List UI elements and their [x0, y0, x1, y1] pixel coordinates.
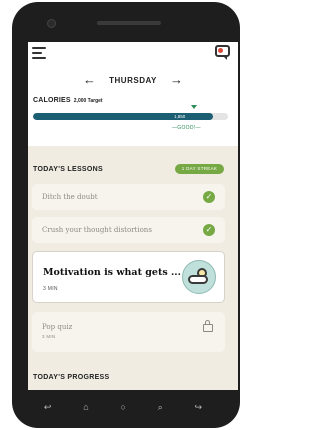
calories-status: —GOOD!— — [172, 125, 201, 131]
quiz-card[interactable]: Pop quiz 3 MIN — [32, 312, 225, 352]
earpiece-speaker — [97, 21, 161, 25]
lessons-title: TODAY'S LESSONS — [33, 166, 103, 173]
next-day-button[interactable]: → — [170, 73, 183, 87]
quiz-title: Pop quiz — [42, 323, 73, 331]
cloud-shape — [188, 275, 208, 284]
featured-lesson-title: Motivation is what gets ... — [43, 267, 181, 278]
app-screen: ← THURSDAY → CALORIES 2,000 Target 1,850 … — [28, 42, 238, 390]
back-icon[interactable]: ↩ — [44, 402, 52, 412]
day-label: THURSDAY — [109, 75, 157, 85]
progress-title: TODAY'S PROGRESS — [33, 374, 110, 381]
notification-dot — [218, 48, 223, 53]
sun-cloud-icon — [182, 260, 216, 294]
lesson-title: Crush your thought distortions — [42, 226, 152, 234]
phone-top-bezel — [12, 2, 240, 42]
front-camera — [47, 19, 56, 28]
menu-icon[interactable] — [32, 47, 46, 59]
system-navigation-bar: ↩ ⌂ ○ ⌕ ↪ — [28, 392, 218, 422]
featured-lesson-duration: 3 MIN — [43, 286, 58, 292]
previous-day-button[interactable]: ← — [83, 73, 96, 87]
lessons-section: TODAY'S LESSONS 1 DAY STREAK Ditch the d… — [28, 146, 238, 390]
featured-lesson-card[interactable]: Motivation is what gets ... 3 MIN — [32, 251, 225, 303]
calories-target: 2,000 Target — [73, 98, 103, 104]
calories-label: CALORIES — [33, 97, 71, 104]
chat-icon[interactable] — [215, 45, 230, 60]
calories-progress-fill — [33, 113, 214, 120]
day-navigator: ← THURSDAY → — [83, 73, 183, 87]
search-icon[interactable]: ⌕ — [158, 402, 163, 412]
target-marker — [191, 105, 197, 109]
calories-heading: CALORIES 2,000 Target — [33, 97, 103, 104]
check-icon: ✓ — [203, 224, 215, 236]
lesson-card-thought-distortions[interactable]: Crush your thought distortions ✓ — [32, 217, 225, 243]
calories-value: 1,850 — [174, 114, 186, 119]
lock-icon — [203, 320, 213, 332]
forward-icon[interactable]: ↪ — [195, 402, 203, 412]
app-header: ← THURSDAY → CALORIES 2,000 Target 1,850 … — [28, 42, 238, 162]
calories-progress-bar[interactable] — [33, 113, 228, 120]
lesson-title: Ditch the doubt — [42, 193, 98, 201]
check-icon: ✓ — [203, 191, 215, 203]
quiz-duration: 3 MIN — [42, 334, 56, 339]
streak-badge: 1 DAY STREAK — [175, 164, 224, 174]
circle-icon[interactable]: ○ — [120, 402, 125, 412]
lesson-card-ditch-the-doubt[interactable]: Ditch the doubt ✓ — [32, 184, 225, 210]
home-icon[interactable]: ⌂ — [83, 402, 88, 412]
